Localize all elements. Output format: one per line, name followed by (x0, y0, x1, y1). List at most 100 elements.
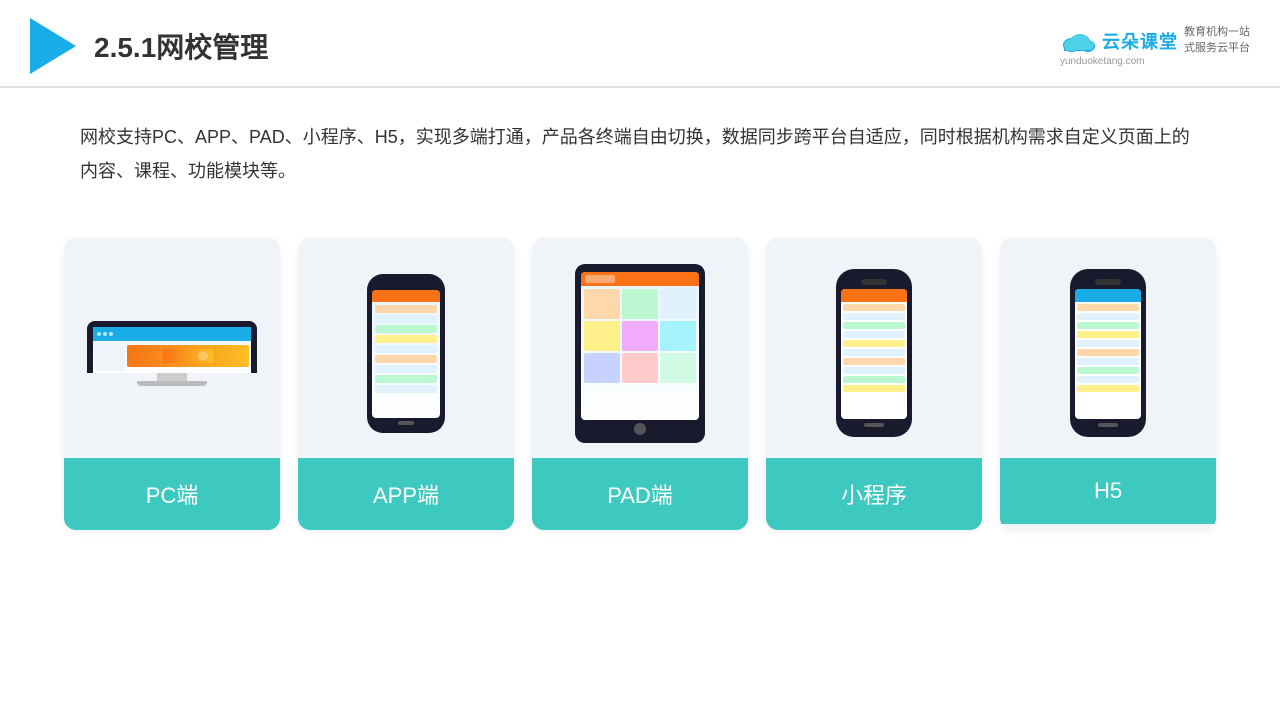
phone-row (375, 315, 437, 323)
phone-row (375, 335, 437, 343)
h5-row (1077, 313, 1139, 320)
h5-row (1077, 358, 1139, 365)
app-card: APP端 (298, 238, 514, 530)
mini-row (843, 304, 905, 311)
brand-name: 云朵课堂 (1102, 28, 1178, 54)
pc-main (127, 345, 249, 371)
phone-topbar (372, 290, 440, 302)
brand-tagline: 教育机构一站 式服务云平台 (1184, 25, 1250, 56)
page-header: 2.5.1网校管理 云朵课堂 教育机构一站 式服务云平台 (0, 0, 1280, 88)
page-title: 2.5.1网校管理 (94, 26, 268, 66)
description-text: 网校支持PC、APP、PAD、小程序、H5，实现多端打通，产品各终端自由切换，数… (0, 88, 1280, 208)
mini-mockup (836, 269, 912, 437)
phone-row (375, 325, 437, 333)
mini-topbar (841, 289, 907, 302)
mini-label: 小程序 (766, 458, 982, 530)
pc-sidebar (95, 345, 125, 371)
mini-row (843, 313, 905, 320)
tablet-card (622, 289, 658, 319)
mini-row (843, 385, 905, 392)
mini-phone-outer (836, 269, 912, 437)
h5-row (1077, 385, 1139, 392)
h5-label: H5 (1000, 458, 1216, 524)
app-label: APP端 (298, 458, 514, 530)
tablet-card (660, 289, 696, 319)
tablet-card (584, 353, 620, 383)
mini-row (843, 376, 905, 383)
pc-card: PC端 (64, 238, 280, 530)
pad-label: PAD端 (532, 458, 748, 530)
h5-home-pill (1098, 423, 1118, 427)
h5-row (1077, 349, 1139, 356)
phone-content (372, 302, 440, 396)
cloud-icon (1060, 27, 1096, 55)
phone-row (375, 385, 437, 393)
h5-row (1077, 376, 1139, 383)
pc-screen-content (93, 327, 251, 373)
pc-label: PC端 (64, 458, 280, 530)
phone-screen (372, 290, 440, 418)
h5-phone-outer (1070, 269, 1146, 437)
tablet-title (585, 275, 615, 283)
phone-row (375, 365, 437, 373)
mini-row (843, 367, 905, 374)
phone-row (375, 375, 437, 383)
h5-image-area (1000, 238, 1216, 458)
tablet-home-button (634, 423, 646, 435)
header-left: 2.5.1网校管理 (30, 18, 268, 74)
h5-row (1077, 340, 1139, 347)
tablet-outer (575, 264, 705, 443)
phone-row (375, 305, 437, 313)
mini-body (841, 302, 907, 394)
phone-home-button (398, 421, 414, 425)
h5-card: H5 (1000, 238, 1216, 530)
h5-row (1077, 331, 1139, 338)
tablet-mockup (575, 264, 705, 443)
tablet-screen (581, 272, 699, 420)
tablet-card (660, 353, 696, 383)
pc-dot (103, 332, 107, 336)
pc-banner-img (163, 349, 213, 363)
mini-notch (861, 279, 887, 285)
h5-notch (1095, 279, 1121, 285)
h5-mockup (1070, 269, 1146, 437)
pc-body (93, 343, 251, 373)
pc-topbar (93, 327, 251, 341)
mini-home-pill (864, 423, 884, 427)
device-cards-container: PC端 (0, 218, 1280, 530)
tablet-content (581, 286, 699, 386)
pc-image-area (64, 238, 280, 458)
phone-outer (367, 274, 445, 433)
tablet-topbar (581, 272, 699, 286)
phone-notch (394, 282, 418, 287)
h5-body (1075, 302, 1141, 394)
tablet-card (584, 321, 620, 351)
pc-dot (97, 332, 101, 336)
tablet-card (622, 321, 658, 351)
logo-triangle-icon (30, 18, 76, 74)
mini-row (843, 349, 905, 356)
phone-row (375, 345, 437, 353)
mini-row (843, 358, 905, 365)
tablet-card (584, 289, 620, 319)
mini-program-card: 小程序 (766, 238, 982, 530)
pad-card: PAD端 (532, 238, 748, 530)
mini-row (843, 340, 905, 347)
app-mockup (367, 274, 445, 433)
pc-stand (157, 373, 187, 381)
mini-row (843, 322, 905, 329)
pc-base (137, 381, 207, 386)
brand-logo: 云朵课堂 教育机构一站 式服务云平台 yunduoketang.com (1060, 25, 1250, 67)
h5-screen (1075, 289, 1141, 419)
pc-screen-outer (87, 321, 257, 373)
h5-row (1077, 322, 1139, 329)
mini-screen (841, 289, 907, 419)
mini-row (843, 331, 905, 338)
pc-mockup (87, 321, 257, 386)
pc-banner (127, 345, 249, 367)
header-right: 云朵课堂 教育机构一站 式服务云平台 yunduoketang.com (1060, 25, 1250, 67)
h5-row (1077, 367, 1139, 374)
phone-row (375, 355, 437, 363)
brand-url: yunduoketang.com (1060, 56, 1145, 67)
brand-logo-top: 云朵课堂 教育机构一站 式服务云平台 (1060, 25, 1250, 56)
